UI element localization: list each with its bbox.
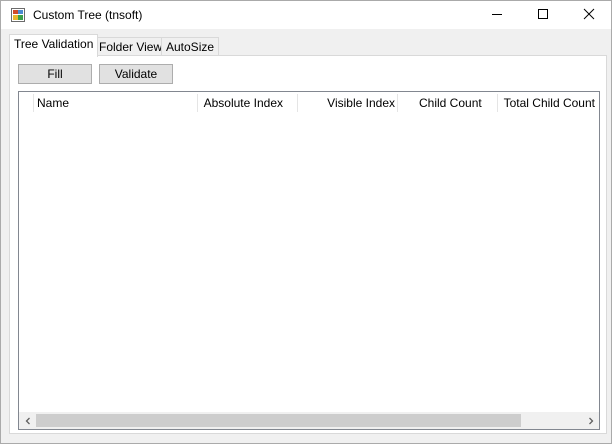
minimize-icon <box>491 8 503 23</box>
tab-tree-validation[interactable]: Tree Validation <box>9 34 99 57</box>
column-separator[interactable] <box>33 94 34 112</box>
maximize-button[interactable] <box>520 1 566 29</box>
maximize-icon <box>537 8 549 23</box>
tab-label: Folder View <box>99 40 163 54</box>
title-bar[interactable]: Custom Tree (tnsoft) <box>1 1 611 29</box>
main-window: Custom Tree (tnsoft) Tree Validation Fol… <box>0 0 612 444</box>
fill-button[interactable]: Fill <box>18 64 92 84</box>
column-header-total-child-count[interactable]: Total Child Count <box>499 92 595 114</box>
tab-folder-view[interactable]: Folder View <box>94 37 168 57</box>
column-separator[interactable] <box>197 94 198 112</box>
chevron-left-icon <box>24 414 32 428</box>
tab-label: Tree Validation <box>14 37 94 51</box>
tab-autosize[interactable]: AutoSize <box>161 37 220 57</box>
list-header: Name Absolute Index Visible Index Child … <box>19 92 599 114</box>
column-header-absolute-index[interactable]: Absolute Index <box>199 92 283 114</box>
close-button[interactable] <box>566 1 612 29</box>
scroll-right-button[interactable] <box>582 412 599 429</box>
scroll-thumb[interactable] <box>36 414 521 427</box>
app-window-icon <box>11 8 25 22</box>
minimize-button[interactable] <box>474 1 520 29</box>
column-header-name[interactable]: Name <box>37 92 197 114</box>
tree-list-view[interactable]: Name Absolute Index Visible Index Child … <box>18 91 600 430</box>
horizontal-scrollbar[interactable] <box>19 412 599 429</box>
chevron-right-icon <box>587 414 595 428</box>
column-header-child-count[interactable]: Child Count <box>419 92 495 114</box>
validate-button[interactable]: Validate <box>99 64 173 84</box>
column-separator[interactable] <box>297 94 298 112</box>
tab-label: AutoSize <box>166 40 215 54</box>
column-separator[interactable] <box>397 94 398 112</box>
column-header-visible-index[interactable]: Visible Index <box>299 92 395 114</box>
close-icon <box>583 8 595 23</box>
window-title: Custom Tree (tnsoft) <box>33 8 143 22</box>
scroll-left-button[interactable] <box>19 412 36 429</box>
column-separator[interactable] <box>497 94 498 112</box>
